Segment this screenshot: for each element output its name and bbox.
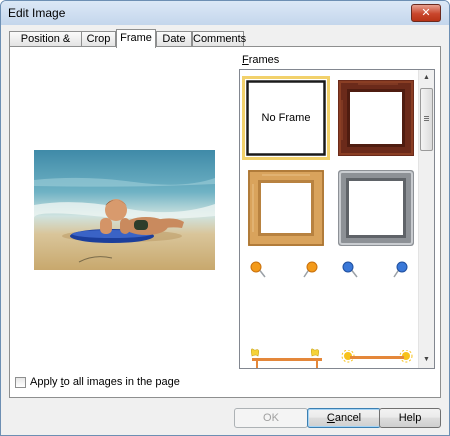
title-bar: Edit Image ✕: [1, 1, 449, 25]
no-frame-label: No Frame: [261, 112, 311, 124]
frame-item-no-frame[interactable]: No Frame: [242, 76, 330, 160]
scroll-down-icon[interactable]: ▼: [419, 352, 434, 368]
close-button[interactable]: ✕: [411, 4, 441, 22]
apply-all-label[interactable]: Apply to all images in the page: [30, 376, 180, 388]
light-wood-frame-thumbnail: [248, 170, 324, 246]
close-icon: ✕: [421, 7, 431, 19]
tab-position-size[interactable]: Position & Size: [9, 31, 82, 60]
apply-all-checkbox[interactable]: [15, 377, 26, 388]
sun-bar-thumbnail: [341, 349, 413, 363]
cancel-label-rest: ancel: [334, 412, 362, 424]
frames-label-rest: rames: [248, 54, 280, 66]
apply-all-label-post: o all images in the page: [63, 376, 180, 388]
frames-list[interactable]: No Frame ▲ ▼: [239, 69, 435, 369]
frame-item-blue-pushpins[interactable]: [338, 260, 418, 290]
window-title: Edit Image: [8, 6, 66, 20]
frame-item-sun-bar[interactable]: [340, 349, 416, 368]
frame-item-light-wood[interactable]: [248, 170, 324, 246]
frame-item-butterfly-bar[interactable]: [250, 346, 326, 368]
tab-crop[interactable]: Crop: [81, 31, 116, 46]
frames-scrollbar[interactable]: ▲ ▼: [418, 70, 434, 368]
tab-comments[interactable]: Comments: [192, 31, 246, 46]
edit-image-dialog: Edit Image ✕ Position & Size Crop Frame …: [0, 0, 450, 436]
frame-item-orange-pushpins[interactable]: [248, 260, 328, 290]
cancel-button[interactable]: Cancel: [307, 408, 381, 428]
orange-pushpins-thumbnail: [250, 261, 318, 278]
scroll-up-icon[interactable]: ▲: [419, 70, 434, 86]
apply-all-label-pre: Apply: [30, 376, 61, 388]
tab-frame[interactable]: Frame: [116, 29, 156, 48]
dark-wood-frame-thumbnail: [338, 80, 414, 156]
blue-pushpins-thumbnail: [342, 261, 408, 278]
frame-item-dark-wood[interactable]: [338, 80, 414, 156]
cancel-label-mnemonic: C: [326, 412, 335, 424]
ok-button[interactable]: OK: [234, 408, 308, 428]
frames-label: Frames: [242, 54, 279, 66]
frames-label-mnemonic: F: [242, 54, 249, 66]
frame-item-silver[interactable]: [338, 170, 414, 246]
scrollbar-thumb[interactable]: [420, 88, 433, 151]
silver-frame-thumbnail: [338, 170, 414, 246]
image-preview: [34, 150, 215, 270]
butterfly-bar-thumbnail: [251, 348, 322, 368]
tab-date[interactable]: Date: [156, 31, 192, 46]
help-button[interactable]: Help: [379, 408, 441, 428]
